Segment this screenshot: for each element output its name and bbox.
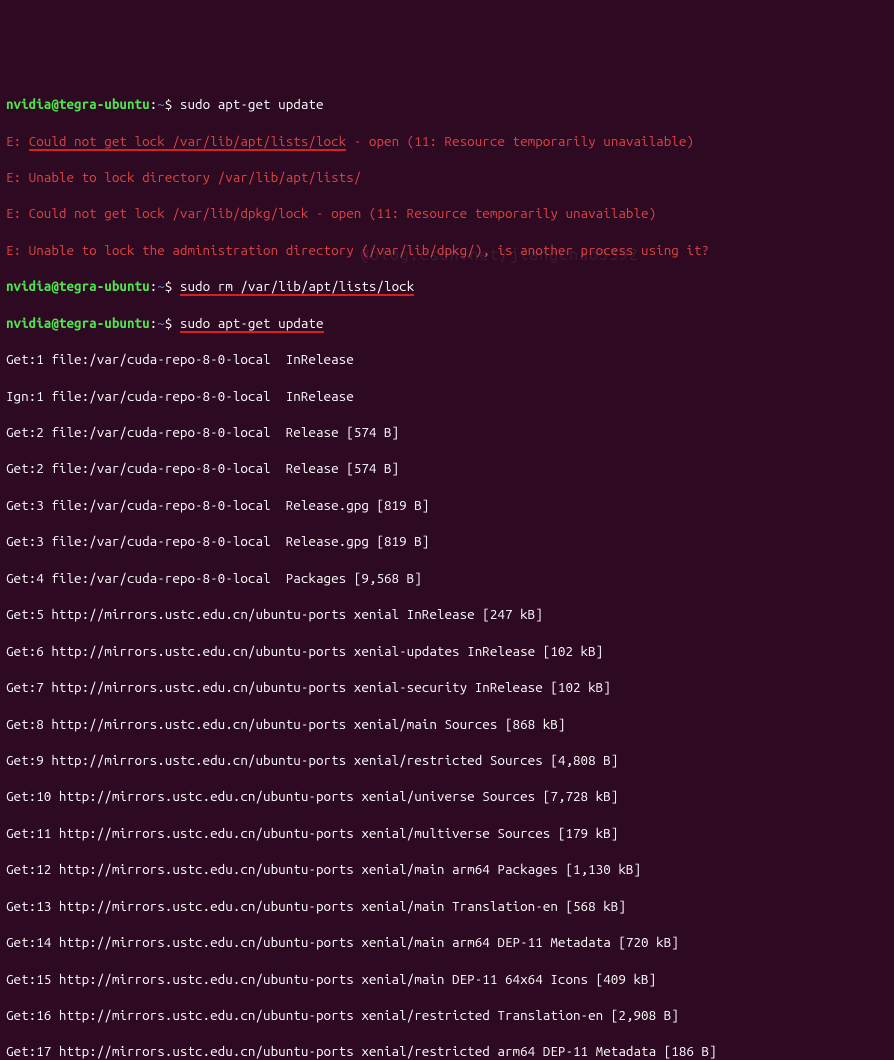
error-line-3: E: Could not get lock /var/lib/dpkg/lock… [6, 204, 888, 222]
output-line: Get:12 http://mirrors.ustc.edu.cn/ubuntu… [6, 860, 888, 878]
output-line: Get:9 http://mirrors.ustc.edu.cn/ubuntu-… [6, 751, 888, 769]
output-line: Get:8 http://mirrors.ustc.edu.cn/ubuntu-… [6, 715, 888, 733]
output-line: Get:6 http://mirrors.ustc.edu.cn/ubuntu-… [6, 642, 888, 660]
output-line: Get:13 http://mirrors.ustc.edu.cn/ubuntu… [6, 897, 888, 915]
prompt-line-3: nvidia@tegra-ubuntu:~$ sudo apt-get upda… [6, 314, 888, 332]
output-line: Get:3 file:/var/cuda-repo-8-0-local Rele… [6, 496, 888, 514]
output-line: Get:1 file:/var/cuda-repo-8-0-local InRe… [6, 350, 888, 368]
error-line-4: E: Unable to lock the administration dir… [6, 241, 888, 259]
prompt-line-1: nvidia@tegra-ubuntu:~$ sudo apt-get upda… [6, 95, 888, 113]
output-line: Get:15 http://mirrors.ustc.edu.cn/ubuntu… [6, 970, 888, 988]
command-1: sudo apt-get update [180, 96, 324, 112]
prompt-line-2: nvidia@tegra-ubuntu:~$ sudo rm /var/lib/… [6, 277, 888, 295]
output-line: Get:17 http://mirrors.ustc.edu.cn/ubuntu… [6, 1042, 888, 1060]
output-line: Get:2 file:/var/cuda-repo-8-0-local Rele… [6, 423, 888, 441]
output-line: Get:3 file:/var/cuda-repo-8-0-local Rele… [6, 532, 888, 550]
output-line: Get:5 http://mirrors.ustc.edu.cn/ubuntu-… [6, 605, 888, 623]
output-line: Get:2 file:/var/cuda-repo-8-0-local Rele… [6, 459, 888, 477]
output-line: Get:14 http://mirrors.ustc.edu.cn/ubuntu… [6, 933, 888, 951]
error-line-1: E: Could not get lock /var/lib/apt/lists… [6, 132, 888, 150]
output-line: Get:7 http://mirrors.ustc.edu.cn/ubuntu-… [6, 678, 888, 696]
terminal-window[interactable]: nvidia@tegra-ubuntu:~$ sudo apt-get upda… [6, 77, 888, 1060]
output-line: Get:10 http://mirrors.ustc.edu.cn/ubuntu… [6, 787, 888, 805]
output-line: Get:16 http://mirrors.ustc.edu.cn/ubuntu… [6, 1006, 888, 1024]
output-line: Get:11 http://mirrors.ustc.edu.cn/ubuntu… [6, 824, 888, 842]
error-underline-1: Could not get lock /var/lib/apt/lists/lo… [29, 133, 347, 151]
output-line: Get:4 file:/var/cuda-repo-8-0-local Pack… [6, 569, 888, 587]
prompt-user: nvidia@tegra-ubuntu [6, 96, 150, 112]
output-line: Ign:1 file:/var/cuda-repo-8-0-local InRe… [6, 387, 888, 405]
error-line-2: E: Unable to lock directory /var/lib/apt… [6, 168, 888, 186]
command-3: sudo apt-get update [180, 315, 324, 333]
command-2: sudo rm /var/lib/apt/lists/lock [180, 278, 414, 296]
